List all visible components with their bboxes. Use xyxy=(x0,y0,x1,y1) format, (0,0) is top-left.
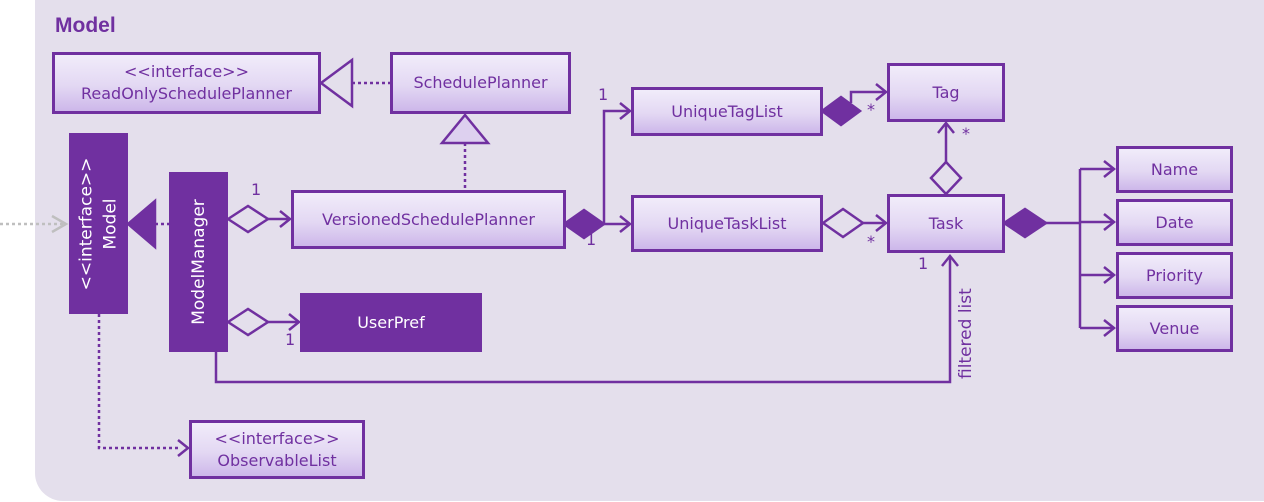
multiplicity-filtered-task: 1 xyxy=(918,254,929,273)
class-venue-attr[interactable]: Venue xyxy=(1116,305,1233,352)
filtered-list-label: filtered list xyxy=(956,288,976,379)
class-unique-task-list[interactable]: UniqueTaskList xyxy=(631,195,823,252)
aggregation-diamond-mm-userpref xyxy=(225,307,271,337)
stereotype-label: <<interface>> xyxy=(76,157,97,290)
model-observable-line xyxy=(97,314,178,450)
class-name: SchedulePlanner xyxy=(413,73,548,92)
class-name: ReadOnlySchedulePlanner xyxy=(81,84,292,103)
class-tag[interactable]: Tag xyxy=(887,63,1005,122)
class-versioned-schedule-planner[interactable]: VersionedSchedulePlanner xyxy=(291,190,566,249)
class-name: UserPref xyxy=(357,312,425,332)
composition-diamond-tag-list xyxy=(819,95,863,127)
class-name: ObservableList xyxy=(217,450,337,470)
class-unique-tag-list[interactable]: UniqueTagList xyxy=(631,87,823,136)
class-name: Model xyxy=(100,197,121,250)
stereotype-label: <<interface>> xyxy=(214,428,340,448)
class-task[interactable]: Task xyxy=(887,194,1005,253)
class-name: Priority xyxy=(1146,265,1203,285)
realization-triangle-sp xyxy=(439,113,491,145)
multiplicity-sp-tag-list: 1 xyxy=(598,85,609,104)
class-name: Tag xyxy=(932,82,960,102)
aggregation-diamond-task-list xyxy=(820,207,866,239)
class-user-pref[interactable]: UserPref xyxy=(300,293,482,352)
realization-triangle-model xyxy=(126,198,157,250)
class-name: Task xyxy=(928,213,964,233)
interface-observable-list[interactable]: <<interface>> ObservableList xyxy=(189,420,365,479)
class-date-attr[interactable]: Date xyxy=(1116,199,1233,246)
class-schedule-planner[interactable]: SchedulePlanner xyxy=(390,52,571,114)
class-name: Venue xyxy=(1149,318,1200,338)
multiplicity-task-list-task: * xyxy=(867,232,875,251)
class-name: UniqueTagList xyxy=(671,101,783,121)
class-name: Name xyxy=(1150,159,1199,179)
composition-diamond-vsp xyxy=(561,208,607,240)
class-name: ModelManager xyxy=(188,199,209,325)
composition-diamond-task xyxy=(1001,207,1049,239)
aggregation-diamond-task-tag xyxy=(929,160,963,196)
interface-model[interactable]: <<interface>> Model xyxy=(69,133,128,314)
class-model-manager[interactable]: ModelManager xyxy=(169,172,228,352)
multiplicity-vsp-task-list: 1 xyxy=(586,230,597,249)
multiplicity-mm-userpref: 1 xyxy=(285,330,296,349)
class-name: Date xyxy=(1155,212,1194,232)
aggregation-diamond-mm-vsp xyxy=(225,204,271,234)
arrowhead-observable xyxy=(177,439,191,457)
class-name-attr[interactable]: Name xyxy=(1116,146,1233,193)
class-name: UniqueTaskList xyxy=(667,213,787,233)
multiplicity-tag-list-tag: * xyxy=(867,100,875,119)
realization-triangle-readonly xyxy=(318,57,354,109)
class-read-only-schedule-planner[interactable]: <<interface>> ReadOnlySchedulePlanner xyxy=(52,52,321,114)
multiplicity-mm-vsp: 1 xyxy=(251,180,262,199)
class-name: VersionedSchedulePlanner xyxy=(322,209,535,229)
multiplicity-task-tag: * xyxy=(962,124,970,143)
class-priority-attr[interactable]: Priority xyxy=(1116,252,1233,299)
stereotype-label: <<interface>> xyxy=(124,62,249,81)
